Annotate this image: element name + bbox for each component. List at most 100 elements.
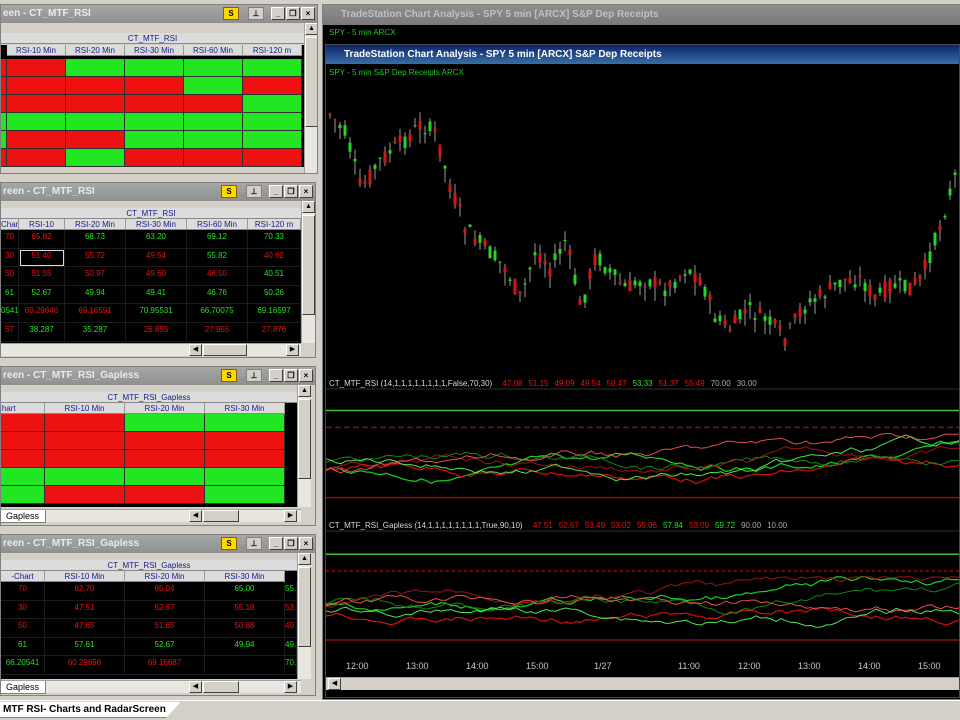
- heatmap-cell[interactable]: [45, 450, 125, 468]
- grid-cell[interactable]: 69.12: [187, 230, 248, 249]
- scroll-left-icon[interactable]: ◀: [189, 510, 202, 522]
- grid-cell[interactable]: 47.65: [45, 619, 125, 638]
- heatmap-cell[interactable]: [45, 432, 125, 450]
- heatmap-cell[interactable]: [66, 149, 125, 167]
- heatmap-cell[interactable]: [45, 414, 125, 432]
- style-menu-icon[interactable]: S: [221, 369, 237, 382]
- column-header[interactable]: RSI-120 m: [243, 45, 302, 56]
- grid-cell[interactable]: 65.04: [125, 582, 205, 601]
- heatmap-cell[interactable]: [66, 77, 125, 95]
- heatmap-cell[interactable]: [66, 113, 125, 131]
- column-header[interactable]: RSI-10 Min: [7, 45, 66, 56]
- style-menu-icon[interactable]: S: [221, 537, 237, 550]
- heatmap-cell[interactable]: [66, 95, 125, 113]
- column-header[interactable]: RSI-30 Min: [126, 219, 187, 230]
- scroll-up-icon[interactable]: ▲: [298, 553, 311, 565]
- heatmap-cell[interactable]: [45, 468, 125, 486]
- heatmap-cell[interactable]: [184, 149, 243, 167]
- grid-cell[interactable]: 57.61: [45, 637, 125, 657]
- heatmap-cell[interactable]: [1, 59, 7, 77]
- chart-horizontal-scrollbar[interactable]: ◀: [326, 677, 959, 690]
- grid-cell[interactable]: 61: [1, 285, 19, 305]
- sheet-tab[interactable]: Gapless: [1, 681, 47, 694]
- grid-cell[interactable]: 66.20541: [1, 656, 45, 675]
- heatmap-cell[interactable]: [243, 77, 302, 95]
- heatmap-cell[interactable]: [125, 468, 205, 486]
- style-menu-icon[interactable]: S: [223, 7, 239, 20]
- price-chart[interactable]: [326, 79, 960, 698]
- grid-cell[interactable]: 55.72: [65, 248, 126, 268]
- grid-cell[interactable]: 35.287: [65, 323, 126, 342]
- scroll-up-icon[interactable]: ▲: [298, 385, 311, 397]
- grid-cell[interactable]: 70: [1, 230, 19, 249]
- heatmap-cell[interactable]: [125, 131, 184, 149]
- scroll-thumb[interactable]: [203, 681, 239, 693]
- heatmap-cell[interactable]: [243, 95, 302, 113]
- scroll-thumb[interactable]: [203, 510, 239, 522]
- grid-cell[interactable]: 49.94: [205, 637, 285, 657]
- column-header[interactable]: RSI-20 Min: [125, 403, 205, 414]
- scroll-right-icon[interactable]: ▶: [286, 344, 299, 356]
- grid-cell[interactable]: 49.94: [65, 285, 126, 305]
- scroll-thumb[interactable]: [302, 215, 315, 315]
- grid-cell[interactable]: 49.60: [126, 267, 187, 286]
- restore-icon[interactable]: ❐: [286, 7, 300, 20]
- grid-cell[interactable]: 53.92 6: [285, 600, 297, 620]
- pin-dropdown-icon[interactable]: ⊥: [246, 537, 262, 550]
- grid-cell[interactable]: 27.955: [187, 323, 248, 342]
- heatmap-cell[interactable]: [66, 59, 125, 77]
- minimize-icon[interactable]: _: [269, 369, 283, 382]
- column-header[interactable]: RSI-30 Min: [205, 403, 285, 414]
- column-header[interactable]: RSI-10: [19, 219, 65, 230]
- vertical-scrollbar[interactable]: ▲: [297, 385, 311, 507]
- restore-icon[interactable]: ❐: [284, 537, 298, 550]
- grid-cell[interactable]: 46.76: [187, 285, 248, 305]
- column-header[interactable]: RSI-30 Min: [125, 45, 184, 56]
- radar-window-3-titlebar[interactable]: reen - CT_MTF_RSI_Gapless S ⊥ _ ❐ ×: [1, 367, 315, 385]
- heatmap-cell[interactable]: [125, 113, 184, 131]
- column-header[interactable]: RSI-10 Min: [45, 571, 125, 582]
- column-header[interactable]: -Chart: [1, 571, 45, 582]
- grid-cell[interactable]: 47.51: [45, 600, 125, 620]
- heatmap-cell[interactable]: [1, 131, 7, 149]
- heatmap-cell[interactable]: [184, 131, 243, 149]
- heatmap-cell[interactable]: [7, 95, 66, 113]
- grid-cell[interactable]: 30: [1, 248, 19, 268]
- column-header[interactable]: -Chart: [1, 403, 45, 414]
- heatmap-cell[interactable]: [7, 77, 66, 95]
- heatmap-cell[interactable]: [205, 414, 285, 432]
- scroll-left-icon[interactable]: ◀: [328, 678, 341, 690]
- grid-cell[interactable]: 50: [1, 267, 19, 286]
- heatmap-cell[interactable]: [125, 414, 205, 432]
- grid-cell[interactable]: 70.33: [248, 230, 301, 249]
- close-icon[interactable]: ×: [299, 369, 313, 382]
- close-icon[interactable]: ×: [299, 537, 313, 550]
- grid-cell[interactable]: 70.95531: [126, 304, 187, 323]
- column-header[interactable]: RSI-20 Min: [125, 571, 205, 582]
- heatmap-cell[interactable]: [125, 95, 184, 113]
- grid-cell[interactable]: 65.82: [19, 230, 65, 249]
- scroll-thumb[interactable]: [203, 344, 247, 356]
- restore-icon[interactable]: ❐: [284, 185, 298, 198]
- heatmap-cell[interactable]: [243, 59, 302, 77]
- workspace-tab[interactable]: MTF RSI- Charts and RadarScreen: [0, 702, 181, 718]
- grid-cell[interactable]: 50.88: [205, 619, 285, 638]
- close-icon[interactable]: ×: [299, 185, 313, 198]
- grid-cell[interactable]: 61: [1, 637, 45, 657]
- scroll-up-icon[interactable]: ▲: [305, 23, 317, 35]
- column-header[interactable]: RSI-60 Min: [187, 219, 248, 230]
- column-header[interactable]: RSI-30 Min: [205, 571, 285, 582]
- grid-cell[interactable]: 62.70: [45, 582, 125, 601]
- heatmap-cell[interactable]: [125, 77, 184, 95]
- scroll-up-icon[interactable]: ▲: [302, 201, 315, 213]
- heatmap-cell[interactable]: [45, 486, 125, 504]
- grid-cell[interactable]: 40.62: [248, 248, 301, 268]
- grid-cell[interactable]: 51.40: [19, 248, 65, 268]
- scroll-right-icon[interactable]: ▶: [284, 510, 297, 522]
- heatmap-cell[interactable]: [184, 113, 243, 131]
- column-header[interactable]: RSI-120 m: [248, 219, 301, 230]
- grid-cell[interactable]: 40.51: [248, 267, 301, 286]
- grid-cell[interactable]: 0541: [1, 304, 19, 323]
- heatmap-cell[interactable]: [125, 486, 205, 504]
- heatmap-cell[interactable]: [1, 95, 7, 113]
